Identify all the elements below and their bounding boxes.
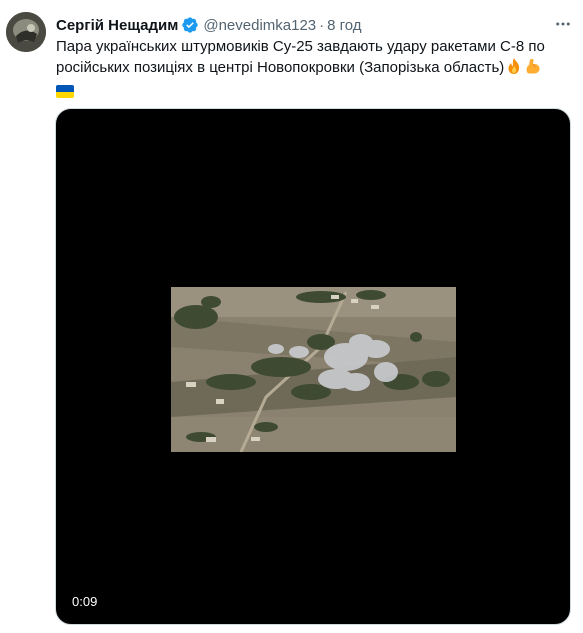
tweet-header: Сергій Нещадим @nevedimka123 · 8 год [56,15,362,35]
author-handle[interactable]: @nevedimka123 [203,17,316,34]
tweet-timestamp[interactable]: 8 год [327,17,361,34]
flexed-biceps-emoji-icon [524,57,542,81]
tweet-text-line-2-wrap: російських позиціях в центрі Новопокровк… [56,57,576,81]
author-avatar[interactable] [6,12,46,52]
header-separator: · [319,16,325,34]
author-display-name[interactable]: Сергій Нещадим [56,17,178,34]
video-frame[interactable] [171,287,456,452]
tweet-text-line-1: Пара українських штурмовиків Су-25 завда… [56,38,545,55]
tweet-text-line-3 [56,81,576,104]
flag-yellow-stripe [56,91,74,98]
video-thumbnail [171,287,456,452]
video-player[interactable]: 0:09 [55,108,571,625]
tweet-text-line-2: російських позиціях в центрі Новопокровк… [56,59,505,76]
more-options-icon[interactable] [551,14,575,34]
tweet-text: Пара українських штурмовиків Су-25 завда… [56,37,576,104]
fire-emoji-icon [505,57,523,81]
tweet[interactable]: Сергій Нещадим @nevedimka123 · 8 год Пар… [0,0,583,633]
ukraine-flag-emoji-icon [56,85,74,98]
avatar-image [6,12,46,52]
verified-badge-icon[interactable] [181,16,199,34]
video-timestamp: 0:09 [72,594,98,609]
